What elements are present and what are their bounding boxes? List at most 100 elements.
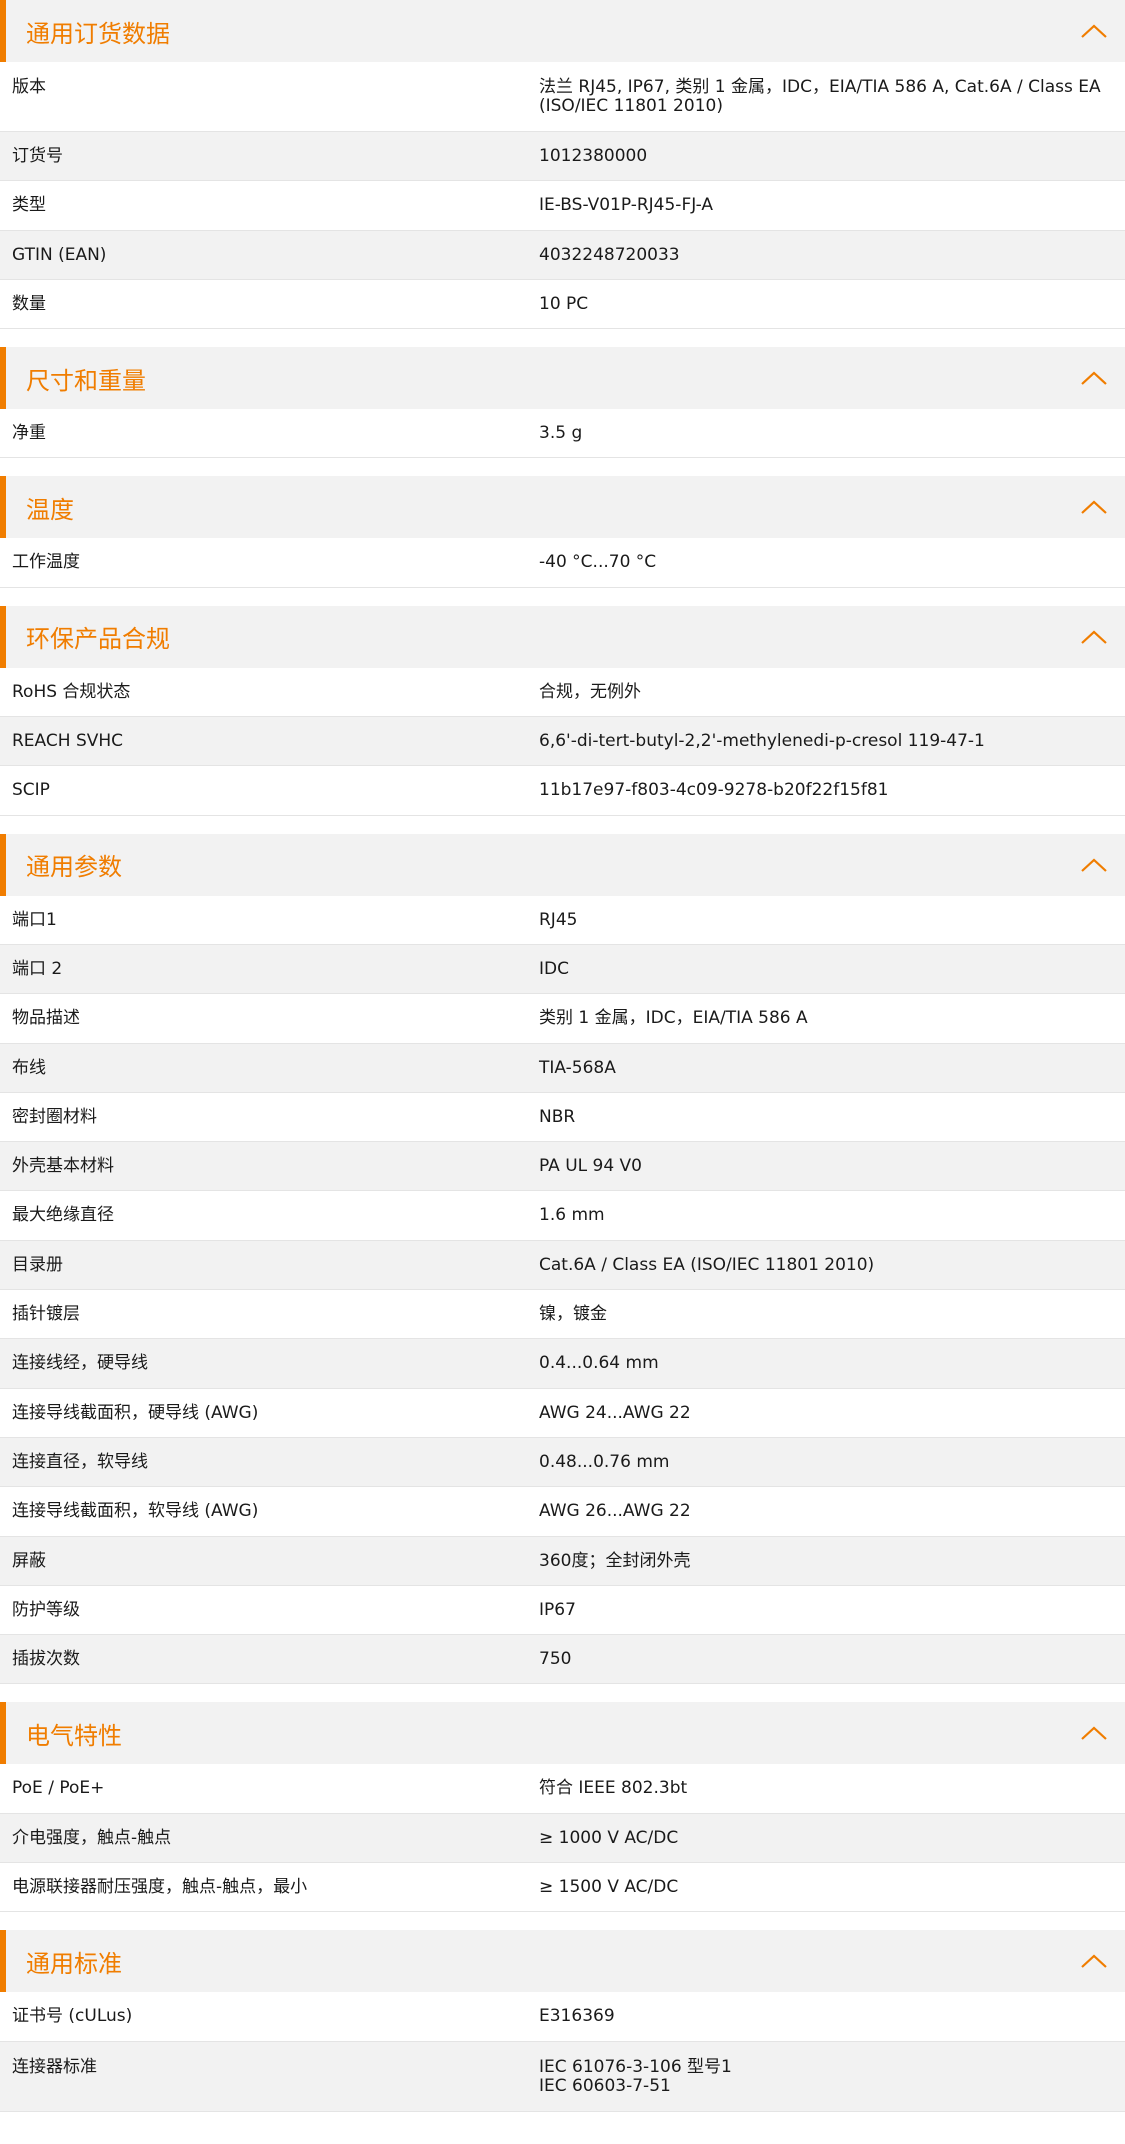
spec-section: 环保产品合规 RoHS 合规状态 合规，无例外 REACH SVHC 6,6'-di-t… [0,605,1125,816]
spec-value: 360度；全封闭外壳 [539,1550,691,1571]
spec-row: RoHS 合规状态 合规，无例外 [0,668,1125,718]
spec-row: 外壳基本材料 PA UL 94 V0 [0,1142,1125,1192]
spec-value: 750 [539,1649,572,1670]
spec-label: 连接导线截面积，软导线 (AWG) [12,1501,259,1522]
spec-label: 连接器标准 [12,2056,97,2077]
spec-section: 电气特性 PoE / PoE+ 符合 IEEE 802.3bt 介电强度，触点-触点 ≥… [0,1702,1125,1913]
spec-row: 数量 10 PC [0,280,1125,330]
spec-label: 连接线经，硬导线 [12,1353,148,1374]
section-title: 尺寸和重量 [26,366,146,395]
spec-value: 0.4...0.64 mm [539,1353,659,1374]
chevron-up-icon[interactable] [1079,22,1109,40]
section-body: RoHS 合规状态 合规，无例外 REACH SVHC 6,6'-di-tert-bu… [0,668,1125,816]
chevron-up-icon[interactable] [1079,1952,1109,1970]
spec-section: 通用订货数据版本 法兰 RJ45, IP67, 类别 1 金属，IDC，EIA/T… [0,0,1125,330]
section-body: 工作温度 -40 °C...70 °C [0,538,1125,588]
spec-label: 订货号 [12,146,63,166]
spec-value: IDC [539,958,569,979]
spec-label: 类型 [12,195,46,216]
spec-label: 介电强度，触点-触点 [12,1827,172,1848]
spec-row: 净重 3.5 g [0,409,1125,459]
spec-row: 类型 IE-BS-V01P-RJ45-FJ-A [0,181,1125,231]
spec-value: 3.5 g [539,423,583,444]
spec-value: 1.6 mm [539,1205,605,1226]
spec-value: RJ45 [539,909,578,930]
section-title: 电气特性 [26,1721,122,1750]
section-body: 版本 法兰 RJ45, IP67, 类别 1 金属，IDC，EIA/TIA 586… [0,62,1125,330]
spec-section: 通用标准证书号 (cULus) E316369 连接器标准 IEC 61076-3-1… [0,1930,1125,2112]
chevron-up-icon[interactable] [1079,369,1109,387]
spec-row: 连接器标准 IEC 61076-3-106 型号1 IEC 60603-7-51 [0,2041,1125,2112]
spec-row: 最大绝缘直径 1.6 mm [0,1191,1125,1241]
spec-value: ≥ 1000 V AC/DC [539,1827,679,1848]
spec-label: 插针镀层 [12,1304,80,1325]
spec-value: IP67 [539,1599,576,1620]
spec-label: PoE / PoE+ [12,1778,105,1799]
spec-label: 端口1 [12,909,57,930]
spec-label: SCIP [12,780,50,801]
spec-value: 10 PC [539,293,589,314]
section-title: 温度 [26,495,74,524]
spec-row: 连接线经，硬导线 0.4...0.64 mm [0,1339,1125,1389]
spec-value: 法兰 RJ45, IP67, 类别 1 金属，IDC，EIA/TIA 586 A… [539,77,1101,116]
section-header[interactable]: 电气特性 [0,1702,1125,1765]
spec-row: 密封圈材料 NBR [0,1093,1125,1143]
spec-row: 电源联接器耐压强度，触点-触点，最小 ≥ 1500 V AC/DC [0,1863,1125,1913]
chevron-up-icon[interactable] [1079,498,1109,516]
spec-value: ≥ 1500 V AC/DC [539,1877,679,1898]
section-header[interactable]: 尺寸和重量 [0,347,1125,410]
spec-row: 屏蔽 360度；全封闭外壳 [0,1536,1125,1586]
spec-label: 工作温度 [12,552,80,573]
spec-label: 端口 2 [12,958,63,979]
section-header[interactable]: 通用标准 [0,1930,1125,1993]
section-header[interactable]: 温度 [0,476,1125,539]
spec-row: 工作温度 -40 °C...70 °C [0,538,1125,588]
section-title: 通用参数 [26,853,122,882]
spec-value: 0.48...0.76 mm [539,1451,670,1472]
chevron-up-icon[interactable] [1079,628,1109,646]
spec-label: 最大绝缘直径 [12,1205,114,1226]
spec-value: AWG 24...AWG 22 [539,1402,691,1423]
section-header[interactable]: 环保产品合规 [0,605,1125,668]
spec-label: GTIN (EAN) [12,244,107,265]
spec-row: 布线 TIA-568A [0,1043,1125,1093]
section-header[interactable]: 通用参数 [0,833,1125,896]
spec-value: NBR [539,1106,576,1127]
spec-label: REACH SVHC [12,731,124,752]
section-title: 环保产品合规 [26,625,170,654]
spec-label: 外壳基本材料 [12,1156,114,1177]
section-header[interactable]: 通用订货数据 [0,0,1125,62]
section-title: 通用标准 [26,1949,122,1978]
spec-value: TIA-568A [539,1057,616,1078]
spec-row: 物品描述 类别 1 金属，IDC，EIA/TIA 586 A [0,994,1125,1044]
spec-row: 端口 2 IDC [0,944,1125,995]
section-title: 通用订货数据 [26,19,170,48]
spec-row: 连接导线截面积，软导线 (AWG) AWG 26...AWG 22 [0,1487,1125,1537]
section-body: PoE / PoE+ 符合 IEEE 802.3bt 介电强度，触点-触点 ≥ 100… [0,1764,1125,1913]
spec-row: 证书号 (cULus) E316369 [0,1992,1125,2042]
spec-label: 版本 [12,77,46,97]
spec-value: 1012380000 [539,146,648,166]
spec-value: IEC 61076-3-106 型号1 IEC 60603-7-51 [539,2056,732,2096]
spec-row: 版本 法兰 RJ45, IP67, 类别 1 金属，IDC，EIA/TIA 586… [0,62,1125,132]
spec-row: 防护等级 IP67 [0,1586,1125,1636]
spec-value: 合规，无例外 [539,681,641,702]
spec-row: GTIN (EAN) 4032248720033 [0,230,1125,280]
spec-row: 订货号 1012380000 [0,132,1125,182]
section-body: 证书号 (cULus) E316369 连接器标准 IEC 61076-3-106 型… [0,1992,1125,2112]
spec-label: 净重 [12,423,46,444]
spec-label: 电源联接器耐压强度，触点-触点，最小 [12,1877,308,1898]
chevron-up-icon[interactable] [1079,1724,1109,1742]
spec-value: AWG 26...AWG 22 [539,1501,691,1522]
spec-row: 插拔次数 750 [0,1635,1125,1685]
spec-section: 温度工作温度 -40 °C...70 °C [0,476,1125,588]
chevron-up-icon[interactable] [1079,856,1109,874]
spec-label: 证书号 (cULus) [12,2006,133,2027]
spec-value: IE-BS-V01P-RJ45-FJ-A [539,195,714,216]
section-body: 端口1 RJ45 端口 2 IDC 物品描述 类别 1 金属，IDC，EIA/TIA 58… [0,896,1125,1685]
spec-section: 通用参数端口1 RJ45 端口 2 IDC 物品描述 类别 1 金属，IDC，EIA/TI… [0,833,1125,1685]
spec-value: PA UL 94 V0 [539,1156,642,1177]
spec-value: 6,6'-di-tert-butyl-2,2'-methylenedi-p-cr… [539,731,985,752]
spec-row: REACH SVHC 6,6'-di-tert-butyl-2,2'-methyl… [0,717,1125,767]
spec-label: 连接直径，软导线 [12,1451,148,1472]
